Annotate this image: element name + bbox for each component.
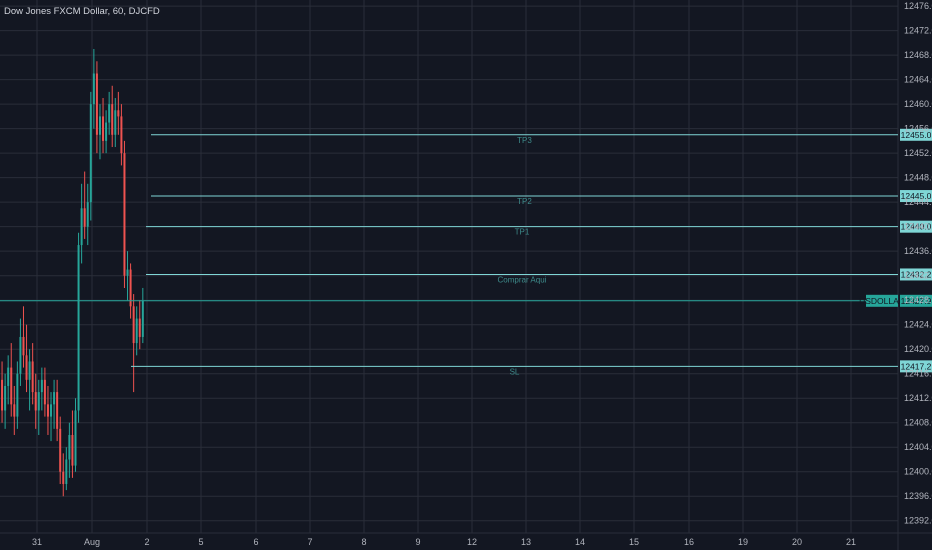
candle-body	[114, 110, 117, 135]
candle-body	[141, 300, 144, 337]
y-tick-label: 12468.0	[904, 50, 932, 60]
candle-body	[92, 73, 95, 105]
y-tick-label: 12412.0	[904, 393, 932, 403]
candle-body	[7, 367, 10, 386]
symbol-tag: USDOLLAR	[859, 296, 905, 306]
y-tick-label: 12428.0	[904, 295, 932, 305]
candle-body	[53, 392, 56, 405]
candle-body	[120, 116, 123, 154]
y-tick-label: 12440.0	[904, 222, 932, 232]
x-tick-label: 20	[792, 537, 802, 547]
chart-title: Dow Jones FXCM Dollar, 60, DJCFD	[4, 6, 160, 17]
candle-body	[56, 392, 59, 429]
candle-body	[117, 110, 120, 117]
level-label: Comprar Aqui	[498, 275, 547, 284]
y-tick-label: 12424.0	[904, 320, 932, 330]
y-tick-label: 12436.0	[904, 246, 932, 256]
x-tick-label: 21	[846, 537, 856, 547]
y-tick-label: 12404.0	[904, 442, 932, 452]
x-tick-label: Aug	[84, 537, 100, 547]
candle-body	[65, 459, 68, 484]
candle-body	[77, 245, 80, 411]
candle-body	[126, 269, 129, 276]
candle-body	[16, 373, 19, 417]
x-tick-label: 19	[738, 537, 748, 547]
candle	[123, 140, 126, 288]
candle-body	[111, 104, 114, 135]
x-tick-label: 15	[629, 537, 639, 547]
candle-body	[40, 379, 43, 393]
y-tick-label: 12448.0	[904, 173, 932, 183]
y-tick-label: 12408.0	[904, 418, 932, 428]
candle	[89, 91, 92, 221]
level-label: TP1	[515, 228, 530, 237]
level-label: TP2	[517, 197, 532, 206]
x-tick-label: 9	[415, 537, 420, 547]
candle-body	[4, 385, 7, 411]
grid-lines	[0, 0, 932, 550]
candle-body	[102, 116, 105, 141]
candle-body	[138, 318, 141, 337]
candle-body	[19, 336, 22, 374]
candle-body	[89, 104, 92, 203]
y-tick-label: 12456.0	[904, 124, 932, 134]
x-tick-label: 16	[684, 537, 694, 547]
candle-body	[105, 122, 108, 141]
y-tick-label: 12396.0	[904, 491, 932, 501]
y-tick-label: 12452.0	[904, 148, 932, 158]
candle-body	[71, 434, 74, 466]
y-tick-label: 12444.0	[904, 197, 932, 207]
candle-body	[123, 153, 126, 276]
candle-body	[62, 471, 65, 484]
candle-body	[50, 404, 53, 417]
y-tick-label: 12464.0	[904, 75, 932, 85]
candle-body	[13, 404, 16, 417]
x-tick-label: 6	[253, 537, 258, 547]
x-tick-label: 12	[467, 537, 477, 547]
y-tick-label: 12432.0	[904, 271, 932, 281]
candle-body	[37, 392, 40, 411]
candle-body	[46, 404, 49, 417]
candle-body	[28, 361, 31, 380]
y-tick-label: 12392.0	[904, 516, 932, 526]
candle-body	[22, 336, 25, 356]
candle-body	[74, 410, 77, 466]
y-tick-label: 12416.0	[904, 369, 932, 379]
candle-body	[83, 208, 86, 227]
candle-body	[31, 361, 34, 393]
candle-body	[135, 318, 138, 344]
candle-body	[108, 104, 111, 123]
y-tick-label: 12420.0	[904, 344, 932, 354]
candle-body	[25, 355, 28, 380]
x-tick-label: 5	[198, 537, 203, 547]
x-tick-label: 8	[361, 537, 366, 547]
candle-body	[43, 379, 46, 405]
candle	[77, 232, 80, 423]
candle-body	[86, 202, 89, 227]
x-tick-label: 31	[32, 537, 42, 547]
candle-body	[34, 392, 37, 411]
candle-body	[59, 428, 62, 472]
x-tick-label: 2	[144, 537, 149, 547]
candle-body	[132, 306, 135, 344]
x-tick-label: 14	[575, 537, 585, 547]
candle-body	[68, 434, 71, 460]
y-tick-label: 12472.0	[904, 26, 932, 36]
y-tick-label: 12400.0	[904, 467, 932, 477]
y-tick-label: 12476.0	[904, 1, 932, 11]
candle-body	[95, 73, 98, 135]
candle-body	[10, 367, 13, 405]
chart-background	[0, 0, 932, 550]
level-label: TP3	[517, 136, 532, 145]
candle-body	[98, 116, 101, 135]
price-chart[interactable]: TP312455.0TP212445.0TP112440.0Comprar Aq…	[0, 0, 932, 550]
level-label: SL	[510, 367, 520, 376]
candle-body	[1, 379, 4, 411]
x-tick-label: 7	[307, 537, 312, 547]
candle-body	[80, 208, 83, 246]
y-tick-label: 12460.0	[904, 99, 932, 109]
x-tick-label: 13	[521, 537, 531, 547]
